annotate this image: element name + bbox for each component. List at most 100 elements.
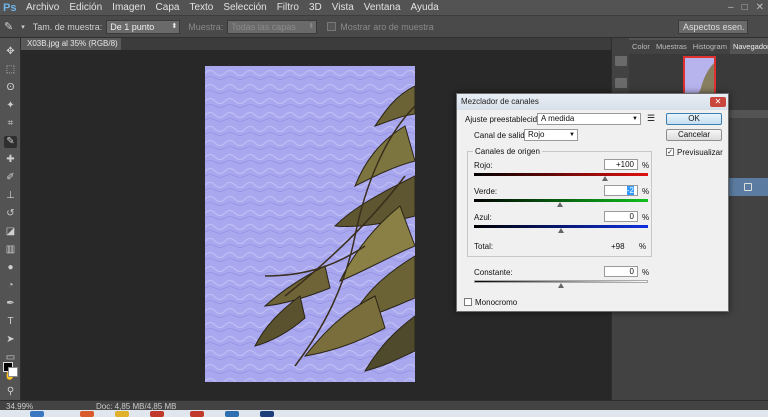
eyedropper-tool-icon[interactable]: ✎ [4,136,17,148]
sample-select[interactable]: Todas las capas ⬍ [227,19,318,34]
photoshop-logo: Ps [3,1,17,14]
tab-muestras[interactable]: Muestras [653,40,690,54]
sample-size-select[interactable]: De 1 punto ⬍ [106,19,181,34]
taskbar-app-icon[interactable] [260,411,274,417]
menu-imagen[interactable]: Imagen [107,0,150,16]
output-channel-value: Rojo [528,130,545,139]
start-icon[interactable] [30,411,44,417]
menu-archivo[interactable]: Archivo [21,0,64,16]
blue-input[interactable]: 0 [604,211,638,222]
total-label: Total: [474,242,494,251]
blur-tool-icon[interactable]: ● [4,262,17,274]
document-tab[interactable]: X03B.jpg al 35% (RGB/8) * [21,38,121,60]
menu-bar: Ps Archivo Edición Imagen Capa Texto Sel… [0,0,768,16]
pen-tool-icon[interactable]: ✒ [4,298,17,310]
source-channels-label: Canales de origen [473,147,542,156]
actions-panel-icon[interactable] [615,78,627,88]
close-icon[interactable]: ✕ [710,97,726,107]
green-value: -2 [626,186,634,195]
window-controls: – □ ✕ [728,2,764,13]
chevron-down-icon: ⬍ [171,22,178,30]
blue-percent: % [642,213,650,222]
workspace-select[interactable]: Aspectos esen. [678,20,748,34]
blue-slider-thumb[interactable] [558,228,564,233]
preview-checkbox[interactable]: ✓ [666,148,674,156]
document-image[interactable] [205,66,415,382]
menu-edicion[interactable]: Edición [64,0,107,16]
total-percent: % [639,242,647,251]
close-button[interactable]: ✕ [756,2,764,13]
menu-capa[interactable]: Capa [151,0,185,16]
background-color-swatch[interactable] [8,367,18,377]
monochrome-checkbox[interactable] [464,298,472,306]
gradient-tool-icon[interactable]: ▥ [4,244,17,256]
preset-label: Ajuste preestablecido: [465,115,544,124]
brush-tool-icon[interactable]: ✐ [4,172,17,184]
eyedropper-tool-icon[interactable]: ✎ [4,20,13,33]
dodge-tool-icon[interactable]: ◔ [4,280,17,292]
tab-color[interactable]: Color [629,40,653,54]
green-input[interactable]: -2 [604,185,638,196]
menu-vista[interactable]: Vista [327,0,359,16]
green-percent: % [642,187,650,196]
maximize-button[interactable]: □ [742,2,748,13]
green-slider-thumb[interactable] [557,202,564,207]
zoom-tool-icon[interactable]: ⚲ [4,386,17,398]
healing-brush-tool-icon[interactable]: ✚ [4,154,17,166]
red-percent: % [642,161,650,170]
taskbar-app-icon[interactable] [225,411,239,417]
taskbar-app-icon[interactable] [150,411,164,417]
lock-icon [744,183,752,191]
show-ring-checkbox[interactable] [327,22,337,31]
menu-seleccion[interactable]: Selección [218,0,271,16]
lasso-tool-icon[interactable]: ʘ [4,82,17,94]
tab-navegador[interactable]: Navegador [729,40,768,54]
history-brush-tool-icon[interactable]: ↺ [4,208,17,220]
taskbar-app-icon[interactable] [115,411,129,417]
green-label: Verde: [474,187,498,196]
eraser-tool-icon[interactable]: ◪ [4,226,17,238]
minimize-button[interactable]: – [728,2,734,13]
marquee-tool-icon[interactable]: ⬚ [4,64,17,76]
crop-tool-icon[interactable]: ⌗ [4,118,17,130]
sample-value: Todas las capas [231,21,296,32]
preset-options-icon[interactable]: ☰ [647,113,655,124]
constant-value: 0 [629,267,634,276]
output-channel-select[interactable]: Rojo ▼ [524,129,578,141]
painting-artwork [205,66,415,382]
menu-ayuda[interactable]: Ayuda [406,0,444,16]
menu-texto[interactable]: Texto [184,0,218,16]
taskbar-app-icon[interactable] [80,411,94,417]
constant-input[interactable]: 0 [604,266,638,277]
tool-preset-picker[interactable]: ▾ [21,23,25,31]
ok-button[interactable]: OK [666,113,722,125]
history-panel-icon[interactable] [615,56,627,66]
menu-3d[interactable]: 3D [304,0,327,16]
red-slider-track[interactable] [474,173,648,176]
constant-slider-thumb[interactable] [558,283,564,288]
type-tool-icon[interactable]: T [4,316,17,328]
move-tool-icon[interactable]: ✥ [4,46,17,58]
clone-stamp-tool-icon[interactable]: ⊥ [4,190,17,202]
tab-histogram[interactable]: Histogram [690,40,730,54]
total-value: +98 [611,242,625,251]
chevron-down-icon: ▼ [632,116,638,122]
cancel-button[interactable]: Cancelar [666,129,722,141]
sample-size-value: De 1 punto [110,21,155,32]
quick-selection-tool-icon[interactable]: ✦ [4,100,17,112]
panel-tabs: Color Muestras Histogram Navegador [629,40,768,54]
dialog-title: Mezclador de canales [457,94,728,110]
red-input[interactable]: +100 [604,159,638,170]
blue-value: 0 [629,212,634,221]
preset-select[interactable]: A medida ▼ [537,113,641,125]
menu-filtro[interactable]: Filtro [272,0,304,16]
chevron-down-icon: ⬍ [308,22,315,30]
menu-ventana[interactable]: Ventana [359,0,406,16]
monochrome-label: Monocromo [475,298,518,307]
path-selection-tool-icon[interactable]: ➤ [4,334,17,346]
sample-label: Muestra: [188,21,224,32]
taskbar-app-icon[interactable] [190,411,204,417]
red-slider-thumb[interactable] [601,176,608,181]
preset-value: A medida [541,114,575,123]
blue-label: Azul: [474,213,492,222]
